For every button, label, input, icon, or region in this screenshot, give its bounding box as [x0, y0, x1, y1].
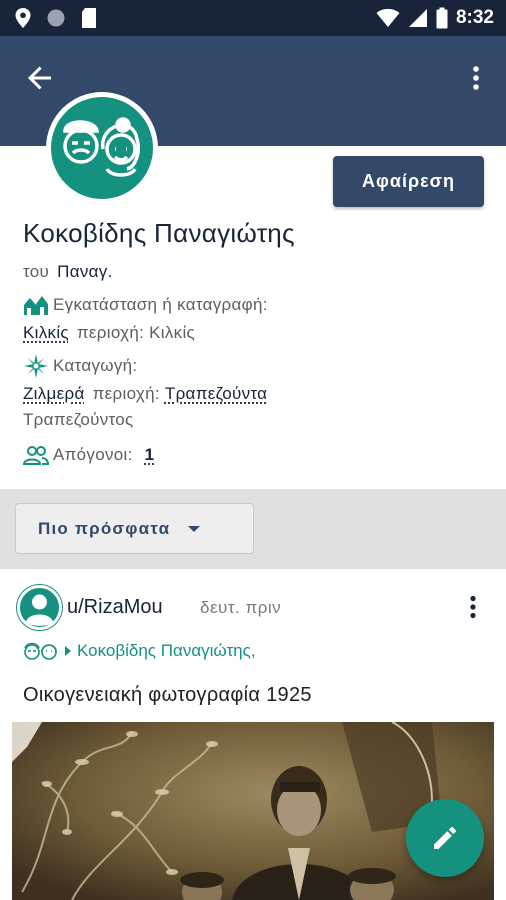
- origin-subregion: Τραπεζούντος: [23, 410, 134, 429]
- post-tag-label: Κοκοβίδης Παναγιώτης,: [77, 641, 256, 660]
- back-button[interactable]: [22, 60, 58, 96]
- profile-avatar: [51, 97, 153, 199]
- status-bar: 8:32: [0, 0, 506, 36]
- settlement-region: Κιλκίς: [149, 323, 196, 342]
- origin-label: Καταγωγή:: [53, 356, 138, 375]
- descendants-label: Απόγονοι:: [53, 445, 133, 464]
- more-vert-icon: [470, 595, 476, 619]
- arrow-back-icon: [28, 66, 51, 90]
- battery-icon: [436, 7, 448, 29]
- more-vert-icon: [473, 66, 479, 90]
- origin-subregion-row: Τραπεζούντος: [23, 410, 134, 430]
- settlement-region-label: περιοχή:: [76, 323, 145, 342]
- post-user-avatar[interactable]: [16, 584, 63, 631]
- origin-region-link[interactable]: Τραπεζούντα: [165, 384, 267, 404]
- person-name: Κοκοβίδης Παναγιώτης: [23, 218, 295, 248]
- status-time: 8:32: [455, 7, 494, 28]
- circle-icon: [47, 9, 65, 27]
- descendants-row: Απόγονοι: 1: [23, 443, 154, 467]
- wifi-icon: [376, 8, 400, 27]
- post-menu-button[interactable]: [462, 592, 484, 622]
- sd-card-icon: [82, 8, 96, 28]
- user-icon: [17, 585, 62, 630]
- post-tag-link[interactable]: Κοκοβίδης Παναγιώτης,: [23, 641, 256, 661]
- settlement-values-row: Κιλκίς περιοχή: Κιλκίς: [23, 323, 195, 343]
- settlement-place-link[interactable]: Κιλκίς: [23, 323, 69, 343]
- triangle-right-icon: [65, 646, 71, 656]
- origin-region-label: περιοχή:: [92, 384, 160, 403]
- overflow-menu-button[interactable]: [464, 60, 488, 96]
- origin-values-row: Ζιλμερά περιοχή: Τραπεζούντα: [23, 384, 267, 404]
- compass-icon: [23, 354, 49, 378]
- location-icon: [15, 8, 31, 28]
- couple-faces-icon: [63, 117, 140, 177]
- settlement-label: Εγκατάσταση ή καταγραφή:: [53, 295, 268, 314]
- post-time: δευτ. πριν: [200, 598, 282, 617]
- people-icon: [23, 443, 49, 467]
- compose-fab[interactable]: [406, 799, 484, 877]
- remove-button[interactable]: Αφαίρεση: [333, 156, 484, 207]
- origin-row: Καταγωγή:: [23, 354, 137, 378]
- caret-down-icon: [188, 525, 201, 532]
- signal-icon: [408, 9, 427, 27]
- village-icon: [23, 293, 49, 317]
- post-title: Οικογενειακή φωτογραφία 1925: [23, 684, 312, 706]
- settlement-row: Εγκατάσταση ή καταγραφή:: [23, 293, 268, 317]
- origin-place-link[interactable]: Ζιλμερά: [23, 384, 85, 404]
- descendants-count-link[interactable]: 1: [145, 445, 155, 465]
- couple-faces-small-icon: [24, 642, 57, 660]
- pencil-icon: [434, 827, 456, 849]
- father-prefix: του: [23, 262, 50, 281]
- sort-selected-label: Πιο πρόσφατα: [38, 518, 171, 538]
- post-username[interactable]: u/RizaMou: [67, 596, 163, 619]
- sort-dropdown[interactable]: Πιο πρόσφατα: [15, 503, 254, 554]
- father-row: του Παναγ.: [23, 262, 113, 282]
- father-name: Παναγ.: [57, 262, 113, 281]
